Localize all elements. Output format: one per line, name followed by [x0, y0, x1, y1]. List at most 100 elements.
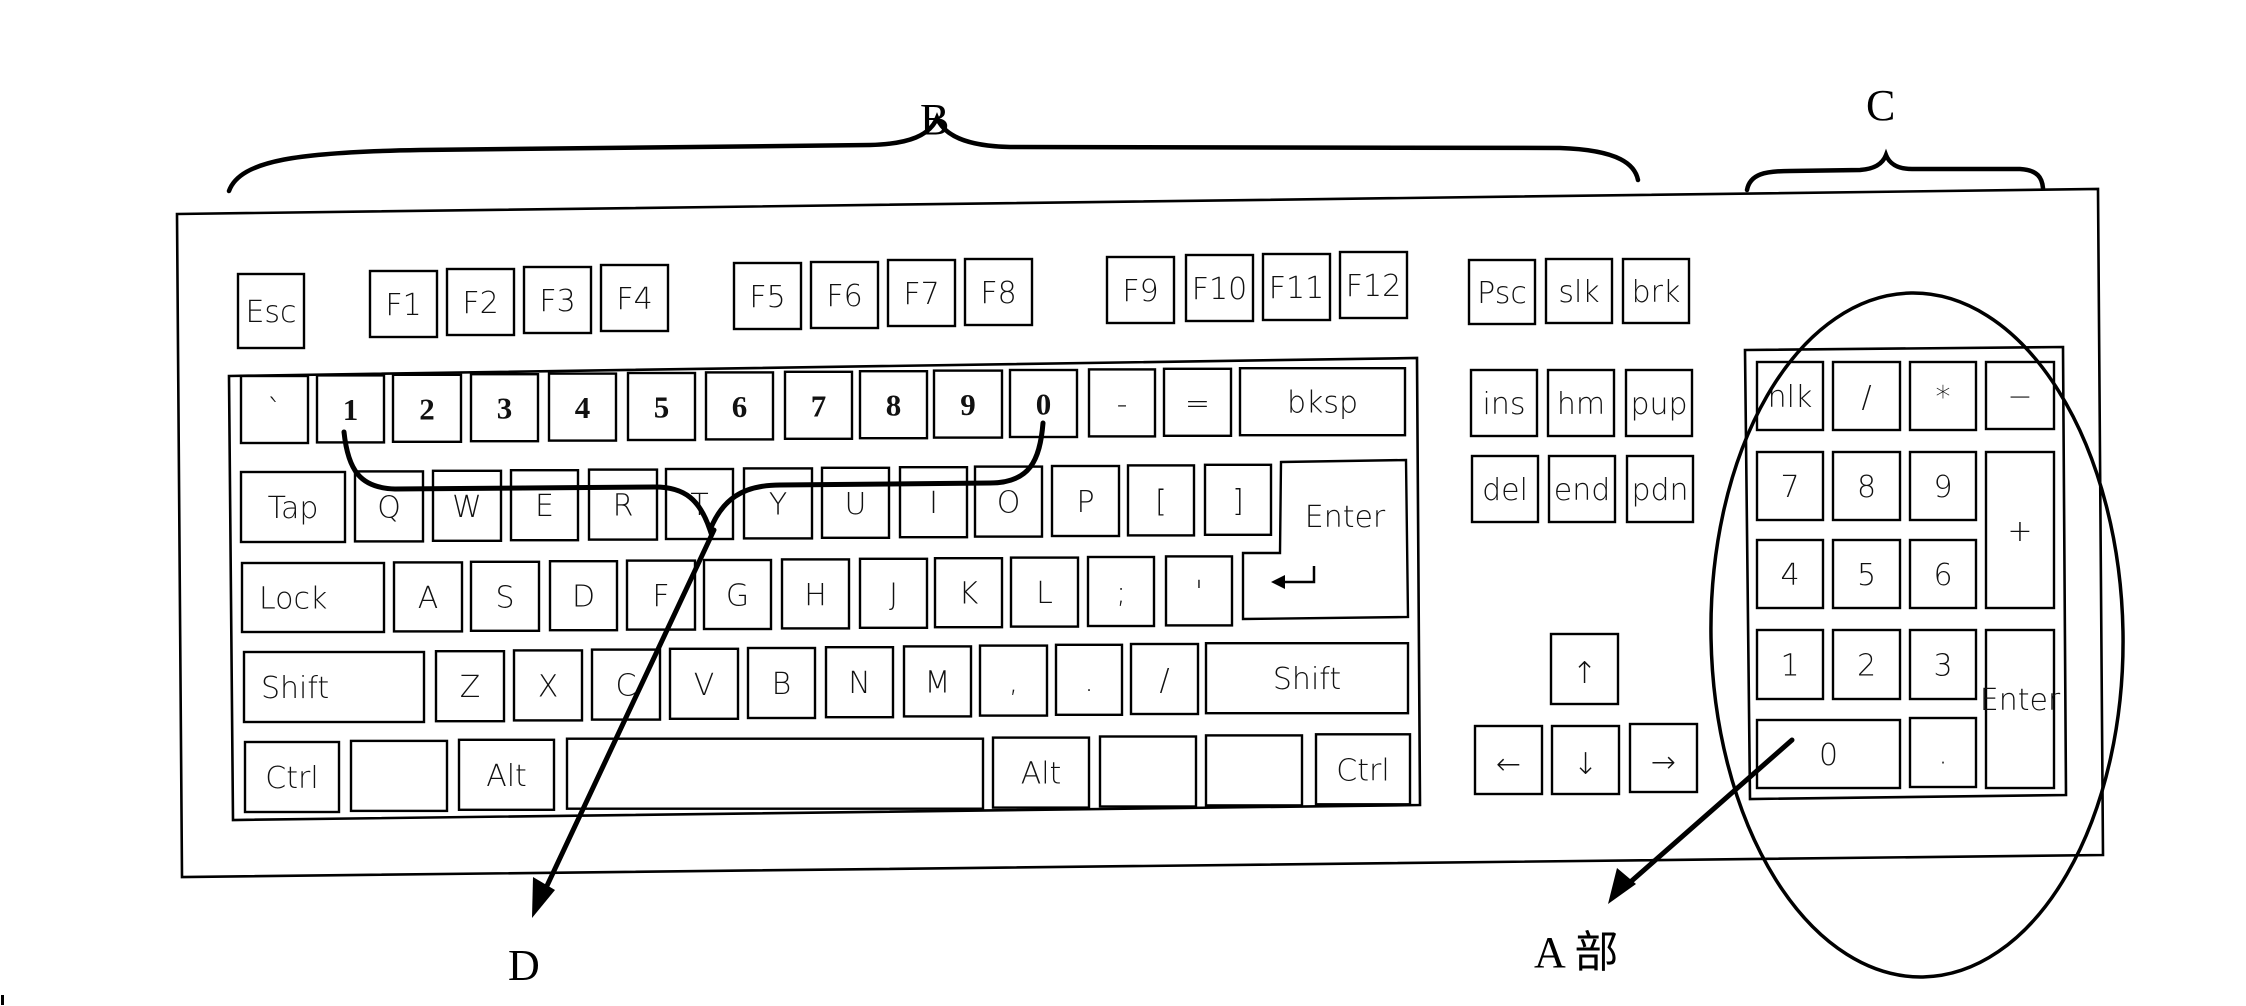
key-c[interactable]: C: [590, 648, 662, 721]
key-pdn[interactable]: pdn: [1625, 454, 1695, 524]
key-1[interactable]: 1: [315, 374, 386, 444]
key-x[interactable]: X: [512, 649, 584, 722]
key-s[interactable]: S: [469, 560, 541, 632]
numpad-key-decimal[interactable]: .: [1908, 716, 1978, 789]
numpad-key-4[interactable]: 4: [1755, 538, 1825, 610]
key-arrow-up[interactable]: ↑: [1549, 632, 1620, 706]
key-arrow-down[interactable]: ↓: [1550, 724, 1621, 796]
key-rbracket[interactable]: ]: [1203, 463, 1273, 536]
key-bksp[interactable]: bksp: [1238, 367, 1407, 437]
key-psc[interactable]: Psc: [1467, 258, 1537, 326]
key-f8[interactable]: F8: [963, 257, 1034, 327]
key-o[interactable]: O: [973, 465, 1044, 538]
key-period[interactable]: .: [1054, 643, 1124, 716]
key-u[interactable]: U: [820, 466, 891, 539]
key-b[interactable]: B: [746, 646, 817, 720]
key-ins[interactable]: ins: [1469, 368, 1539, 438]
key-end[interactable]: end: [1547, 454, 1617, 524]
numpad-key-7[interactable]: 7: [1755, 450, 1825, 522]
key-f11[interactable]: F11: [1261, 252, 1332, 322]
key-left-shift[interactable]: Shift: [242, 650, 426, 724]
numpad-key-6[interactable]: 6: [1908, 538, 1978, 610]
key-7[interactable]: 7: [783, 370, 854, 440]
numpad-key-enter[interactable]: Enter: [1980, 628, 2061, 790]
key-a[interactable]: A: [392, 561, 464, 633]
key-f4[interactable]: F4: [599, 263, 670, 333]
key-f6[interactable]: F6: [809, 260, 880, 330]
key-period-label: .: [1084, 664, 1094, 699]
key-hm[interactable]: hm: [1546, 368, 1616, 438]
key-hm-label: hm: [1557, 387, 1605, 422]
key-slash[interactable]: /: [1129, 642, 1200, 716]
key-arrow-left[interactable]: ←: [1473, 724, 1544, 796]
key-semicolon[interactable]: ;: [1086, 555, 1156, 628]
key-v[interactable]: V: [668, 647, 740, 720]
key-8[interactable]: 8: [858, 370, 929, 440]
key-f9[interactable]: F9: [1105, 255, 1176, 325]
key-f7[interactable]: F7: [886, 258, 957, 328]
key-minus[interactable]: -: [1087, 368, 1157, 438]
key-e[interactable]: E: [509, 469, 580, 542]
key-p[interactable]: P: [1050, 464, 1121, 538]
key-space[interactable]: [565, 737, 985, 810]
key-m[interactable]: M: [902, 645, 973, 718]
key-f3[interactable]: F3: [522, 265, 593, 335]
key-r[interactable]: R: [587, 468, 659, 541]
key-n[interactable]: N: [824, 646, 895, 719]
key-comma[interactable]: ,: [978, 644, 1049, 717]
key-f12[interactable]: F12: [1338, 250, 1409, 320]
key-z[interactable]: Z: [434, 650, 506, 723]
key-d[interactable]: D: [548, 560, 619, 632]
numpad-key-5[interactable]: 5: [1831, 538, 1902, 610]
key-g[interactable]: G: [702, 558, 773, 631]
key-backtick[interactable]: `: [239, 374, 310, 445]
key-tap[interactable]: Tap: [239, 470, 347, 544]
key-9[interactable]: 9: [932, 369, 1004, 439]
numpad-key-8[interactable]: 8: [1831, 450, 1902, 522]
key-quote[interactable]: ': [1164, 555, 1234, 627]
key-arrow-right[interactable]: →: [1628, 722, 1699, 794]
key-esc[interactable]: Esc: [236, 272, 306, 350]
key-brk[interactable]: brk: [1621, 257, 1691, 325]
key-6[interactable]: 6: [704, 371, 775, 441]
numpad-key-divide[interactable]: /: [1831, 360, 1902, 432]
key-l[interactable]: L: [1009, 556, 1080, 628]
key-lbracket[interactable]: [: [1126, 464, 1196, 537]
key-2[interactable]: 2: [391, 373, 463, 443]
key-del[interactable]: del: [1470, 454, 1540, 524]
numpad-key-plus[interactable]: +: [1984, 450, 2056, 610]
key-right-alt[interactable]: Alt: [991, 736, 1091, 809]
key-left-alt[interactable]: Alt: [457, 738, 556, 811]
key-f2[interactable]: F2: [445, 267, 516, 337]
key-left-ctrl[interactable]: Ctrl: [243, 740, 341, 814]
key-k[interactable]: K: [933, 557, 1004, 629]
numpad-key-9[interactable]: 9: [1908, 450, 1978, 522]
key-menu[interactable]: [1204, 734, 1304, 807]
key-y[interactable]: Y: [742, 467, 814, 540]
numpad-key-1[interactable]: 1: [1755, 628, 1825, 701]
key-3[interactable]: 3: [469, 373, 540, 443]
key-d-label: D: [572, 580, 595, 615]
key-left-win[interactable]: [349, 739, 449, 813]
key-i[interactable]: I: [898, 466, 969, 539]
key-right-win[interactable]: [1098, 735, 1198, 808]
key-right-ctrl[interactable]: Ctrl: [1314, 733, 1412, 806]
key-j[interactable]: J: [858, 557, 929, 629]
key-5[interactable]: 5: [626, 371, 697, 442]
key-pup[interactable]: pup: [1624, 368, 1694, 438]
key-w[interactable]: W: [431, 469, 503, 542]
numpad-key-2[interactable]: 2: [1831, 628, 1902, 701]
key-f1[interactable]: F1: [368, 269, 439, 339]
label-d: D: [508, 941, 540, 990]
key-4[interactable]: 4: [547, 372, 618, 442]
key-f5[interactable]: F5: [732, 261, 803, 331]
key-right-shift[interactable]: Shift: [1204, 642, 1410, 715]
key-h[interactable]: H: [780, 558, 851, 630]
key-slk[interactable]: slk: [1544, 257, 1614, 325]
key-pdn-label: pdn: [1631, 473, 1688, 508]
numpad-key-3[interactable]: 3: [1908, 628, 1978, 701]
numpad-key-multiply[interactable]: *: [1908, 360, 1978, 432]
key-f10[interactable]: F10: [1184, 253, 1255, 323]
key-equals[interactable]: =: [1162, 367, 1233, 437]
key-lock[interactable]: Lock: [240, 561, 386, 634]
